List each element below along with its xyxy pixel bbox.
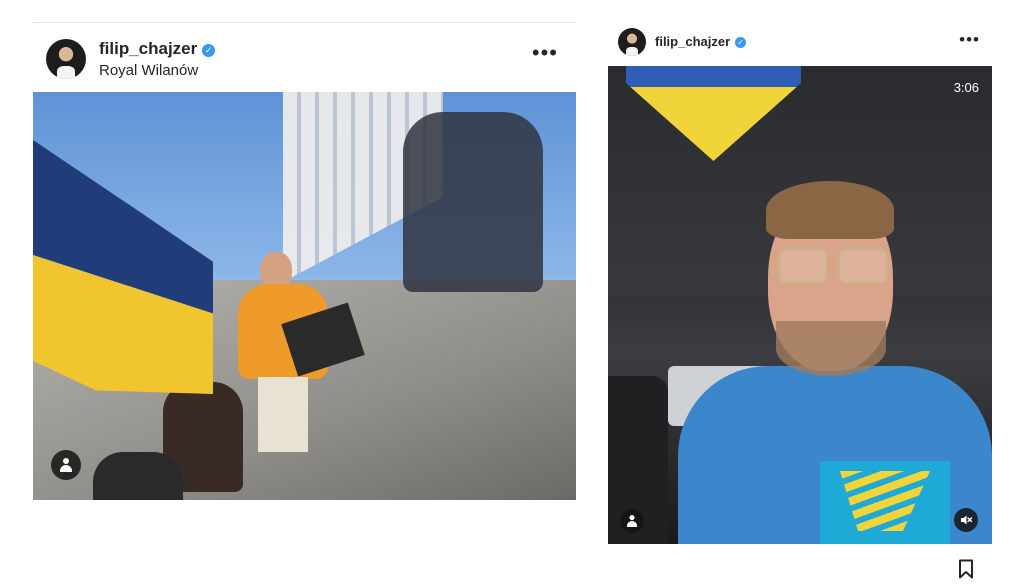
more-options-button[interactable]: ••• xyxy=(532,42,558,64)
photo-person-foreground xyxy=(93,452,183,500)
tagged-user-icon xyxy=(626,515,638,527)
post-author[interactable]: filip_chajzer ✓ xyxy=(655,34,747,49)
tagged-user-icon xyxy=(59,458,73,472)
photo-post: filip_chajzer ✓ Royal Wilanów ••• xyxy=(33,24,576,500)
tagged-user-button[interactable] xyxy=(51,450,81,480)
video-person-glasses xyxy=(778,248,888,284)
photo-crowd xyxy=(403,112,543,292)
post-author[interactable]: filip_chajzer ✓ xyxy=(99,39,216,59)
tagged-user-button[interactable] xyxy=(620,509,644,533)
post-photo[interactable] xyxy=(33,92,576,500)
bookmark-icon xyxy=(959,559,973,579)
save-button[interactable] xyxy=(957,559,975,584)
verified-badge-icon: ✓ xyxy=(735,37,747,48)
verified-badge-icon: ✓ xyxy=(202,44,216,57)
profile-avatar[interactable] xyxy=(618,28,646,56)
mute-toggle-button[interactable] xyxy=(954,508,978,532)
shirt-print xyxy=(820,461,950,544)
top-divider xyxy=(33,22,576,23)
photo-main-person xyxy=(238,252,365,452)
post-video[interactable]: 3:06 xyxy=(608,66,992,544)
video-duration: 3:06 xyxy=(953,80,979,95)
video-post: filip_chajzer ✓ ••• 3:06 xyxy=(608,24,992,584)
video-person-beard xyxy=(776,321,886,376)
more-options-button[interactable]: ••• xyxy=(959,31,980,48)
video-person-hair xyxy=(766,181,894,239)
post-location[interactable]: Royal Wilanów xyxy=(99,62,198,79)
muted-speaker-icon xyxy=(961,515,973,525)
username-text[interactable]: filip_chajzer xyxy=(655,34,730,49)
profile-avatar[interactable] xyxy=(46,39,86,79)
username-text[interactable]: filip_chajzer xyxy=(99,39,197,58)
